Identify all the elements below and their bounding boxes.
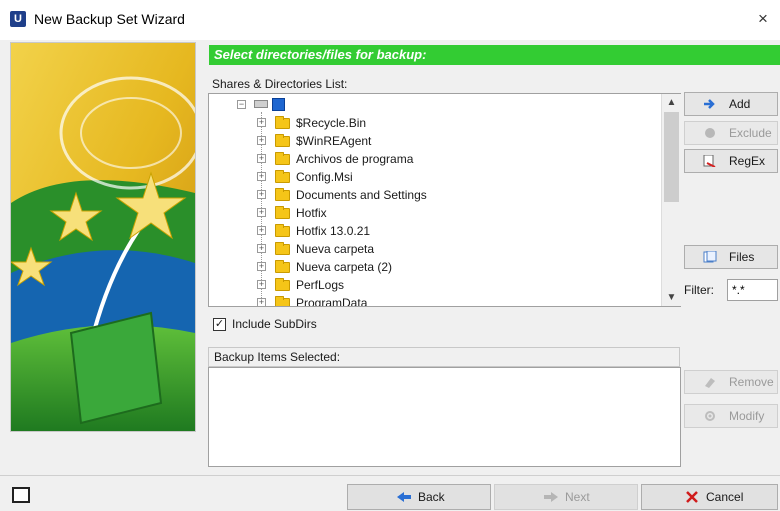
expand-icon[interactable]: + (257, 244, 266, 253)
expand-icon[interactable]: + (257, 280, 266, 289)
folder-icon (275, 260, 290, 273)
regex-button[interactable]: RegEx (684, 149, 778, 173)
title-bar: U New Backup Set Wizard × (0, 0, 780, 40)
include-subdirs-checkbox[interactable]: ✓ (213, 318, 226, 331)
back-button-label: Back (418, 490, 445, 504)
filter-input[interactable] (727, 279, 778, 301)
tree-item-label: Hotfix (296, 206, 327, 220)
next-button-label: Next (565, 490, 590, 504)
folder-icon (275, 278, 290, 291)
modify-gear-icon (705, 411, 715, 421)
regex-icon (703, 155, 716, 167)
expand-icon[interactable]: + (257, 262, 266, 271)
expand-icon[interactable]: + (257, 154, 266, 163)
tree-item[interactable]: + Hotfix 13.0.21 (209, 222, 649, 240)
folder-icon (275, 188, 290, 201)
tree-item-label: $WinREAgent (296, 134, 372, 148)
folder-icon (275, 170, 290, 183)
exclude-button[interactable]: Exclude (684, 121, 778, 145)
window-title: New Backup Set Wizard (34, 11, 185, 27)
expand-icon[interactable]: + (257, 298, 266, 306)
backup-items-header: Backup Items Selected: (208, 347, 680, 367)
files-button[interactable]: Files (684, 245, 778, 269)
exclude-button-label: Exclude (729, 126, 772, 140)
cancel-x-icon (686, 491, 698, 503)
expand-icon[interactable]: + (257, 172, 266, 181)
tree-item-label: Nueva carpeta (2) (296, 260, 393, 274)
tree-item-label: Hotfix 13.0.21 (296, 224, 371, 238)
expand-icon[interactable]: + (257, 118, 266, 127)
tree-item-label: Nueva carpeta (296, 242, 375, 256)
tree-item[interactable]: + $Recycle.Bin (209, 114, 649, 132)
tree-item[interactable]: + PerfLogs (209, 276, 649, 294)
root-selected-icon (272, 98, 285, 111)
folder-icon (275, 134, 290, 147)
window-mode-icon[interactable] (12, 487, 30, 503)
files-icon (703, 251, 717, 263)
tree-item[interactable]: + Nueva carpeta (209, 240, 649, 258)
folder-icon (275, 152, 290, 165)
cancel-button[interactable]: Cancel (641, 484, 778, 510)
collapse-icon[interactable]: − (237, 100, 246, 109)
tree-scrollbar[interactable]: ▲ ▼ (661, 94, 681, 306)
add-button-label: Add (729, 97, 751, 111)
tree-item[interactable]: + Config.Msi (209, 168, 649, 186)
wizard-banner-image (10, 42, 196, 432)
files-button-label: Files (729, 250, 755, 264)
back-button[interactable]: Back (347, 484, 491, 510)
scroll-down-icon[interactable]: ▼ (662, 289, 681, 306)
remove-eraser-icon (705, 378, 715, 388)
tree-item-label: Archivos de programa (296, 152, 414, 166)
add-arrow-icon (704, 99, 715, 109)
include-subdirs-label: Include SubDirs (232, 317, 317, 331)
shares-tree[interactable]: − + $Recycle.Bin + $WinREAgent + Archivos de … (208, 93, 681, 307)
back-arrow-icon (397, 492, 411, 502)
tree-root[interactable]: − (209, 96, 509, 114)
add-button[interactable]: Add (684, 92, 778, 116)
app-icon: U (10, 11, 26, 27)
tree-item-label: Documents and Settings (296, 188, 427, 202)
scroll-thumb[interactable] (664, 112, 679, 202)
modify-button[interactable]: Modify (684, 404, 778, 428)
expand-icon[interactable]: + (257, 136, 266, 145)
backup-items-list[interactable] (208, 367, 681, 467)
expand-icon[interactable]: + (257, 226, 266, 235)
cancel-button-label: Cancel (706, 490, 744, 504)
next-button[interactable]: Next (494, 484, 638, 510)
drive-icon (254, 100, 268, 108)
modify-button-label: Modify (729, 409, 765, 423)
folder-icon (275, 116, 290, 129)
regex-button-label: RegEx (729, 154, 766, 168)
tree-item[interactable]: + Hotfix (209, 204, 649, 222)
tree-item[interactable]: + $WinREAgent (209, 132, 649, 150)
remove-button-label: Remove (729, 375, 774, 389)
tree-item-label: PerfLogs (296, 278, 345, 292)
filter-label: Filter: (684, 283, 714, 297)
scroll-up-icon[interactable]: ▲ (662, 94, 681, 111)
tree-item[interactable]: + Archivos de programa (209, 150, 649, 168)
close-icon[interactable]: × (758, 9, 768, 29)
tree-item[interactable]: + ProgramData (209, 294, 649, 307)
folder-icon (275, 242, 290, 255)
folder-icon (275, 296, 290, 306)
folder-icon (275, 224, 290, 237)
exclude-circle-icon (705, 128, 715, 138)
tree-item[interactable]: + Documents and Settings (209, 186, 649, 204)
step-header: Select directories/files for backup: (209, 45, 780, 65)
expand-icon[interactable]: + (257, 208, 266, 217)
expand-icon[interactable]: + (257, 190, 266, 199)
footer-divider (0, 475, 780, 476)
tree-item-label: Config.Msi (296, 170, 353, 184)
tree-item-label: ProgramData (296, 296, 368, 307)
tree-item-label: $Recycle.Bin (296, 116, 367, 130)
shares-list-label: Shares & Directories List: (212, 77, 348, 91)
folder-icon (275, 206, 290, 219)
tree-item[interactable]: + Nueva carpeta (2) (209, 258, 649, 276)
remove-button[interactable]: Remove (684, 370, 778, 394)
next-arrow-icon (544, 492, 558, 502)
